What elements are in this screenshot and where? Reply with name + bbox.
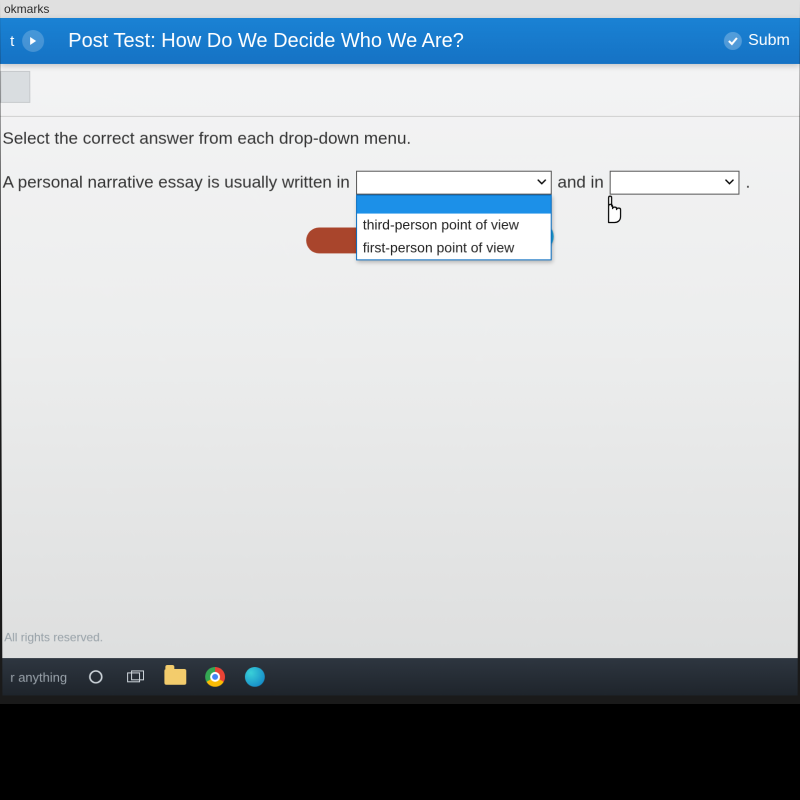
instruction-text: Select the correct answer from each drop… xyxy=(2,129,791,149)
submit-test-button[interactable]: Subm xyxy=(724,32,790,50)
dropdown-1-option-third-person[interactable]: third-person point of view xyxy=(357,214,551,237)
footer-rights: All rights reserved. xyxy=(4,630,103,644)
chevron-down-icon xyxy=(725,176,735,189)
stem-part-2: and in xyxy=(557,173,603,193)
stem-period: . xyxy=(745,173,750,193)
cortana-icon[interactable] xyxy=(85,666,107,688)
submit-label: Subm xyxy=(748,32,790,50)
progress-box[interactable] xyxy=(0,71,30,103)
edge-icon[interactable] xyxy=(244,666,266,688)
assessment-header: t Post Test: How Do We Decide Who We Are… xyxy=(0,18,800,64)
taskbar: r anything xyxy=(2,658,797,696)
chevron-down-icon xyxy=(537,176,547,189)
stem-part-1: A personal narrative essay is usually wr… xyxy=(3,173,350,193)
check-icon xyxy=(724,32,742,50)
chrome-icon[interactable] xyxy=(204,666,226,688)
question-line: A personal narrative essay is usually wr… xyxy=(3,171,792,195)
task-view-icon[interactable] xyxy=(125,666,147,688)
dropdown-1[interactable] xyxy=(356,171,552,195)
dropdown-1-listbox: third-person point of view first-person … xyxy=(356,195,552,261)
question-content: Select the correct answer from each drop… xyxy=(0,117,799,195)
file-explorer-icon[interactable] xyxy=(164,666,186,688)
dropdown-1-option-first-person[interactable]: first-person point of view xyxy=(357,236,551,259)
taskbar-search[interactable]: r anything xyxy=(10,669,67,684)
forward-arrow-icon[interactable] xyxy=(22,30,44,52)
assessment-title: Post Test: How Do We Decide Who We Are? xyxy=(68,29,724,52)
dropdown-2[interactable] xyxy=(610,171,740,195)
header-left-letter: t xyxy=(10,32,14,49)
bezel xyxy=(0,704,800,800)
bookmarks-bar: okmarks xyxy=(0,0,800,18)
dropdown-1-option-blank[interactable] xyxy=(357,196,551,214)
progress-area xyxy=(0,64,800,110)
cursor-pointer-icon xyxy=(600,195,626,230)
